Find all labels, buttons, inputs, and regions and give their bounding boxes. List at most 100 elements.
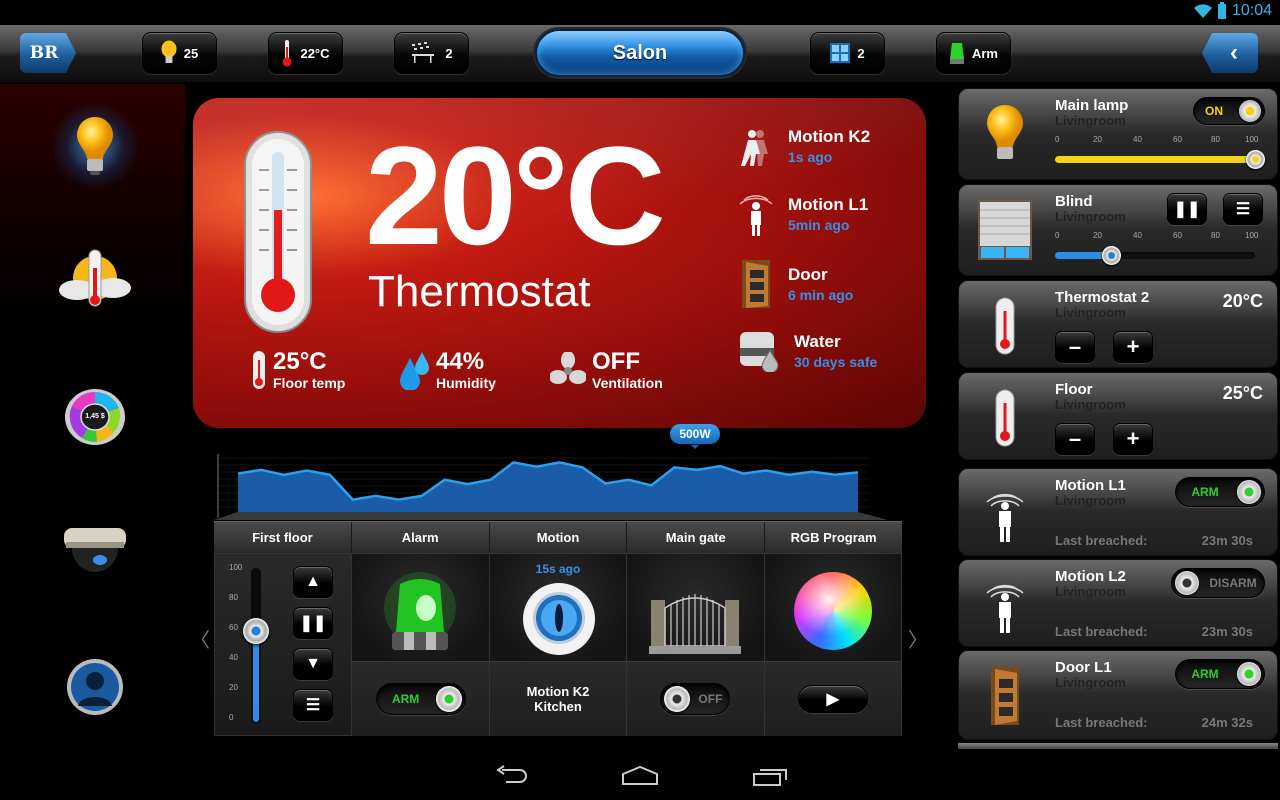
sidebar-item-cameras[interactable] — [55, 512, 135, 592]
alarm-arm-button[interactable]: Arm — [936, 32, 1011, 74]
device-card-main-lamp[interactable]: Main lamp Livingroom ON 0 20 40 60 80 100 — [958, 88, 1278, 180]
tab-rgb-program[interactable]: RGB Program — [765, 522, 902, 553]
light-bulb-icon — [987, 105, 1023, 159]
menu-button[interactable]: ☰ — [293, 689, 333, 721]
power-usage-chart[interactable] — [210, 420, 900, 520]
windows-button[interactable]: 2 — [810, 32, 885, 74]
floor-temp-stat: 25°C Floor temp — [251, 350, 345, 390]
home-logo-button[interactable]: BR — [20, 33, 76, 73]
device-card-blind[interactable]: Blind Livingroom ❚❚ ☰ 0 20 40 60 80 100 — [958, 184, 1278, 276]
blind-position-slider[interactable] — [1055, 246, 1255, 265]
temperature-value: 22°C — [300, 45, 330, 61]
play-icon: ▶ — [826, 691, 839, 708]
rgb-program-cell: ▶ — [764, 554, 902, 736]
tab-alarm[interactable]: Alarm — [352, 522, 490, 553]
chart-tooltip: 500W — [670, 424, 720, 449]
sensor-name: Motion L1 — [788, 195, 869, 214]
room-name: Salon — [612, 41, 668, 64]
device-room: Livingroom — [1055, 209, 1126, 224]
device-title: Main lamp — [1055, 97, 1129, 114]
lights-button[interactable]: 25 — [142, 32, 217, 74]
thermometer-icon — [253, 351, 265, 389]
slider-handle[interactable] — [1246, 150, 1265, 169]
prev-page-arrow[interactable]: 〈 — [190, 624, 210, 653]
device-card-motion-l1[interactable]: Motion L1 Livingroom ARM Last breached: … — [958, 468, 1278, 556]
scenes-button[interactable]: 2 — [394, 32, 469, 74]
increase-button[interactable]: + — [1113, 423, 1153, 455]
wifi-icon — [1193, 4, 1212, 18]
home-icon[interactable] — [620, 764, 660, 788]
color-wheel-icon[interactable] — [793, 572, 872, 650]
first-floor-cell: 100 80 60 40 20 0 ▲ ❚❚ ▼ ☰ — [215, 554, 353, 735]
thermostat-panel[interactable]: 20°C Thermostat 25°C Floor temp 44% Humidi… — [193, 98, 926, 428]
blind-icon — [978, 200, 1032, 260]
sidebar-item-climate[interactable] — [55, 239, 135, 319]
next-page-arrow[interactable]: 〉 — [908, 624, 928, 653]
sensor-time: 5min ago — [788, 217, 850, 233]
decrease-button[interactable]: – — [1055, 331, 1095, 363]
alarm-siren-icon — [949, 43, 964, 64]
level-slider[interactable] — [243, 568, 269, 724]
blind-pause-button[interactable]: ❚❚ — [1167, 193, 1207, 225]
pause-icon: ❚❚ — [299, 615, 327, 632]
recent-apps-icon[interactable] — [750, 764, 790, 788]
slider-handle[interactable] — [243, 617, 269, 644]
device-room: Livingroom — [1055, 113, 1126, 128]
motion-l2-arm-toggle[interactable]: DISARM — [1171, 568, 1265, 598]
device-card-thermostat-2[interactable]: Thermostat 2 Livingroom 20°C – + — [958, 280, 1278, 368]
decrease-button[interactable]: – — [1055, 423, 1095, 455]
up-button[interactable]: ▲ — [293, 566, 333, 598]
tab-main-gate[interactable]: Main gate — [627, 522, 766, 553]
sidebar-item-users[interactable] — [55, 647, 135, 727]
device-temperature: 20°C — [1222, 291, 1263, 311]
tab-first-floor[interactable]: First floor — [214, 522, 352, 553]
minus-icon: – — [1068, 426, 1082, 451]
controls-header: First floor Alarm Motion Main gate RGB P… — [214, 521, 902, 553]
back-icon[interactable] — [492, 764, 532, 788]
sensor-motion-l1[interactable]: Motion L1 5min ago — [738, 190, 868, 238]
device-room: Livingroom — [1055, 584, 1126, 599]
lamp-brightness-slider[interactable] — [1055, 150, 1265, 169]
alarm-label: Arm — [971, 45, 998, 61]
sidebar-item-energy[interactable]: 1,45 $ — [55, 377, 135, 457]
breach-value: 23m 30s — [1201, 533, 1253, 548]
alarm-arm-toggle[interactable]: ARM — [375, 683, 466, 715]
alarm-siren-icon[interactable] — [374, 570, 466, 658]
gate-toggle[interactable]: OFF — [660, 683, 731, 715]
lamp-power-toggle[interactable]: ON — [1193, 97, 1265, 125]
scenes-count: 2 — [445, 45, 453, 61]
sidebar-item-lighting[interactable] — [50, 101, 140, 191]
thermometer-icon — [995, 389, 1015, 447]
sensor-door[interactable]: Door 6 min ago — [738, 258, 853, 310]
sensor-water[interactable]: Water 30 days safe — [738, 330, 877, 372]
thermometer-icon — [995, 297, 1015, 355]
motion-eye-icon[interactable] — [522, 582, 596, 656]
current-temperature: 20°C — [365, 117, 666, 274]
pause-button[interactable]: ❚❚ — [293, 607, 333, 639]
device-room: Livingroom — [1055, 397, 1126, 412]
gate-icon[interactable] — [649, 584, 742, 654]
device-card-motion-l2[interactable]: Motion L2 Livingroom DISARM Last breache… — [958, 559, 1278, 647]
down-button[interactable]: ▼ — [293, 648, 333, 680]
brand-logo: BR — [29, 43, 59, 63]
motion-l1-arm-toggle[interactable]: ARM — [1175, 477, 1265, 507]
device-card-floor[interactable]: Floor Livingroom 25°C – + — [958, 372, 1278, 460]
tab-motion[interactable]: Motion — [490, 522, 628, 553]
sensor-name: Water — [794, 332, 841, 351]
motion-sensor-name: Motion K2 — [526, 684, 590, 699]
room-selector[interactable]: Salon — [535, 29, 745, 77]
sensor-motion-k2[interactable]: Motion K2 1s ago — [738, 124, 870, 168]
device-card-door-l1[interactable]: Door L1 Livingroom ARM Last breached: 24… — [958, 650, 1278, 740]
ventilation-stat[interactable]: OFF Ventilation — [550, 350, 663, 390]
sensor-time: 1s ago — [788, 149, 833, 165]
device-title: Motion L1 — [1055, 477, 1126, 494]
blind-menu-button[interactable]: ☰ — [1223, 193, 1263, 225]
clapperboard-icon — [412, 42, 435, 63]
back-button[interactable]: ‹ — [1202, 33, 1258, 73]
increase-button[interactable]: + — [1113, 331, 1153, 363]
play-program-button[interactable]: ▶ — [797, 685, 868, 713]
slider-handle[interactable] — [1102, 246, 1121, 265]
temperature-button[interactable]: 22°C — [268, 32, 343, 74]
door-l1-arm-toggle[interactable]: ARM — [1175, 659, 1265, 689]
window-icon — [830, 43, 851, 63]
